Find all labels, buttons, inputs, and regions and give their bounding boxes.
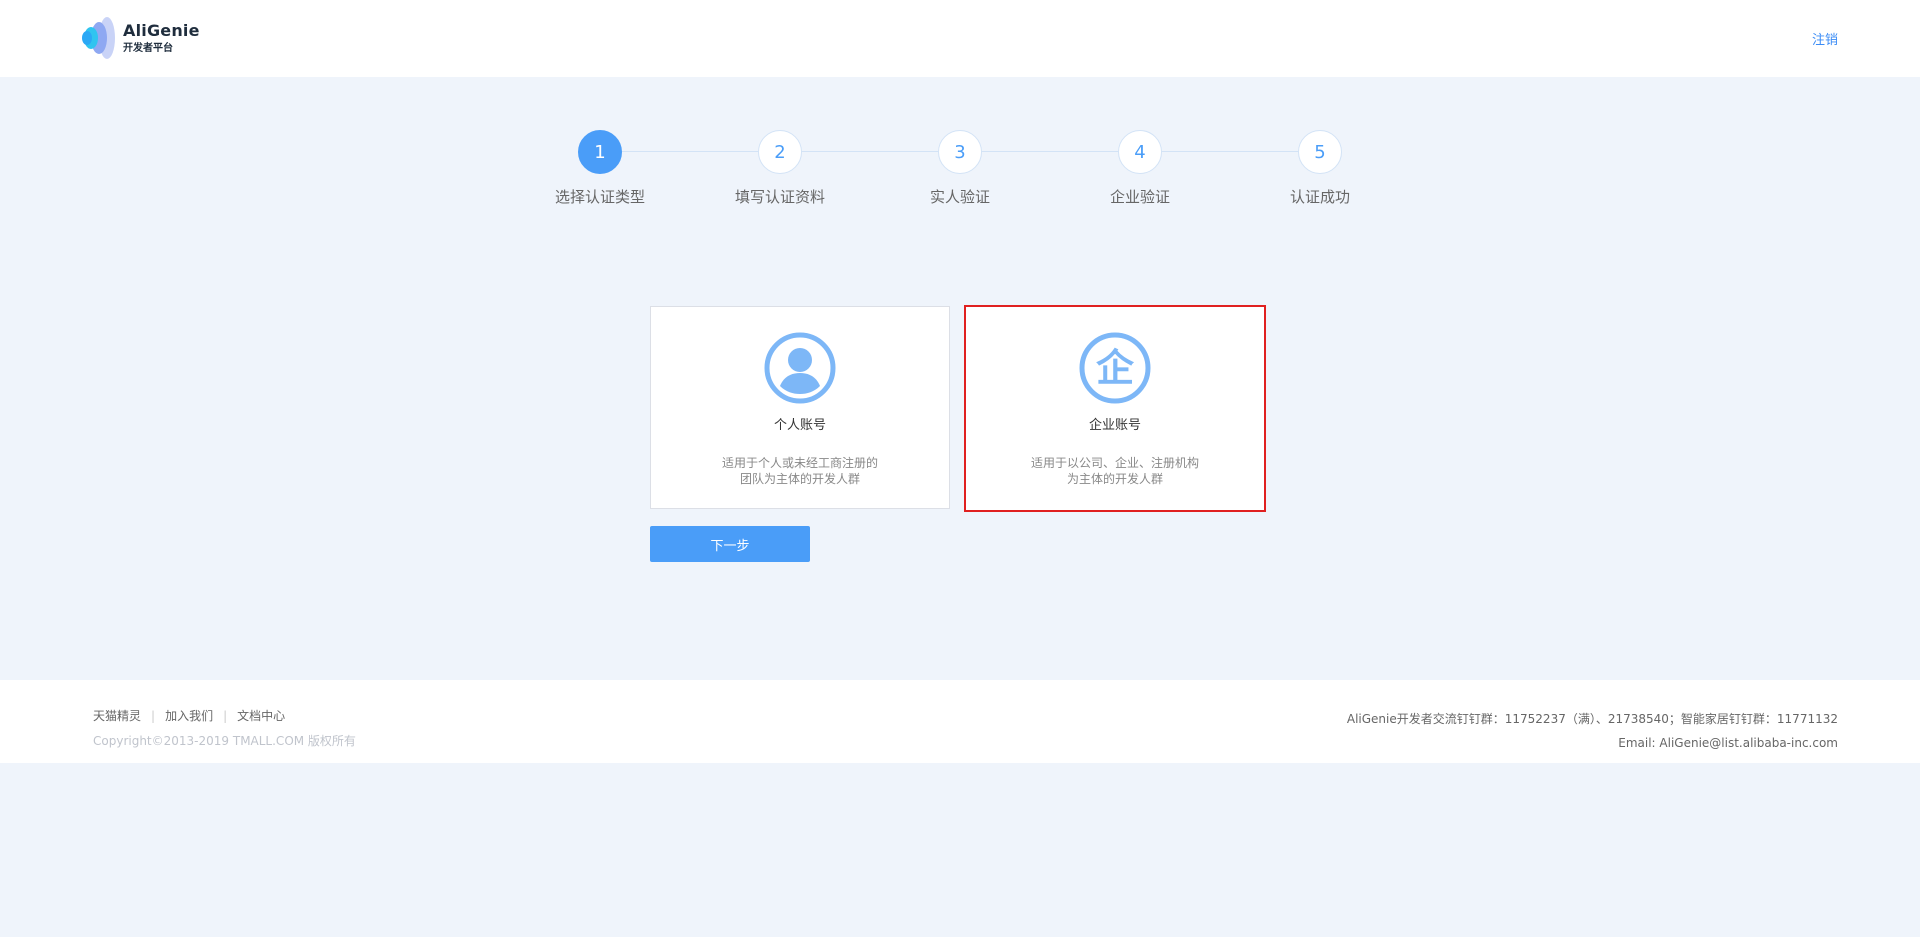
step-circle: 3	[938, 130, 982, 174]
step-label: 企业验证	[1109, 188, 1170, 206]
card-title: 个人账号	[773, 418, 826, 433]
footer-separator: |	[223, 708, 228, 723]
step-label: 填写认证资料	[734, 188, 825, 206]
footer-separator: |	[151, 708, 156, 723]
enterprise-glyph: 企	[1096, 346, 1135, 390]
card-description-line: 团队为主体的开发人群	[739, 472, 860, 486]
card-title: 企业账号	[1088, 418, 1141, 433]
contact-email: Email: AliGenie@list.alibaba-inc.com	[1618, 736, 1838, 750]
enterprise-account-card[interactable]: 企 企业账号 适用于以公司、企业、注册机构 为主体的开发人群	[964, 305, 1266, 512]
footer-link-docs[interactable]: 文档中心	[237, 707, 285, 724]
step-1: 1 选择认证类型	[540, 130, 660, 207]
copyright-text: Copyright©2013-2019 TMALL.COM 版权所有	[93, 734, 356, 748]
contact-groups: AliGenie开发者交流钉钉群：11752237（满）、21738540；智能…	[1346, 712, 1838, 726]
step-circle: 5	[1298, 130, 1342, 174]
logo-mark-icon	[81, 15, 117, 61]
user-circle-icon	[764, 332, 836, 404]
step-circle: 4	[1118, 130, 1162, 174]
footer-links: 天猫精灵 | 加入我们 | 文档中心	[93, 707, 285, 724]
card-description-line: 适用于个人或未经工商注册的	[721, 456, 878, 470]
logo-brand: AliGenie	[123, 20, 200, 40]
step-2: 2 填写认证资料	[720, 130, 840, 207]
personal-account-card[interactable]: 个人账号 适用于个人或未经工商注册的 团队为主体的开发人群	[650, 306, 950, 509]
next-step-button[interactable]: 下一步	[650, 526, 810, 562]
footer-link-tmall-genie[interactable]: 天猫精灵	[93, 707, 141, 724]
card-description-line: 适用于以公司、企业、注册机构	[1030, 456, 1199, 470]
aligenie-logo[interactable]: AliGenie 开发者平台	[81, 15, 201, 61]
step-3: 3 实人验证	[900, 130, 1020, 207]
page-footer: 天猫精灵 | 加入我们 | 文档中心 Copyright©2013-2019 T…	[0, 680, 1920, 763]
step-circle: 2	[758, 130, 802, 174]
footer-contact: AliGenie开发者交流钉钉群：11752237（满）、21738540；智能…	[1347, 707, 1838, 755]
card-description: 适用于以公司、企业、注册机构 为主体的开发人群	[1015, 455, 1215, 487]
card-description: 适用于个人或未经工商注册的 团队为主体的开发人群	[700, 455, 900, 487]
logout-link[interactable]: 注销	[1812, 29, 1838, 48]
step-circle: 1	[578, 130, 622, 174]
step-label: 认证成功	[1289, 188, 1350, 206]
top-header: AliGenie 开发者平台 注销	[0, 0, 1920, 77]
progress-steps: 1 选择认证类型 2 填写认证资料 3 实人验证 4 企业验证 5 认证成功	[540, 130, 1380, 210]
step-label: 选择认证类型	[554, 188, 645, 206]
step-label: 实人验证	[929, 188, 990, 206]
logo-subtitle: 开发者平台	[123, 42, 173, 54]
enterprise-icon: 企	[1079, 332, 1151, 404]
step-4: 4 企业验证	[1080, 130, 1200, 207]
footer-link-join-us[interactable]: 加入我们	[165, 707, 213, 724]
card-description-line: 为主体的开发人群	[1066, 472, 1163, 486]
step-5: 5 认证成功	[1260, 130, 1380, 207]
